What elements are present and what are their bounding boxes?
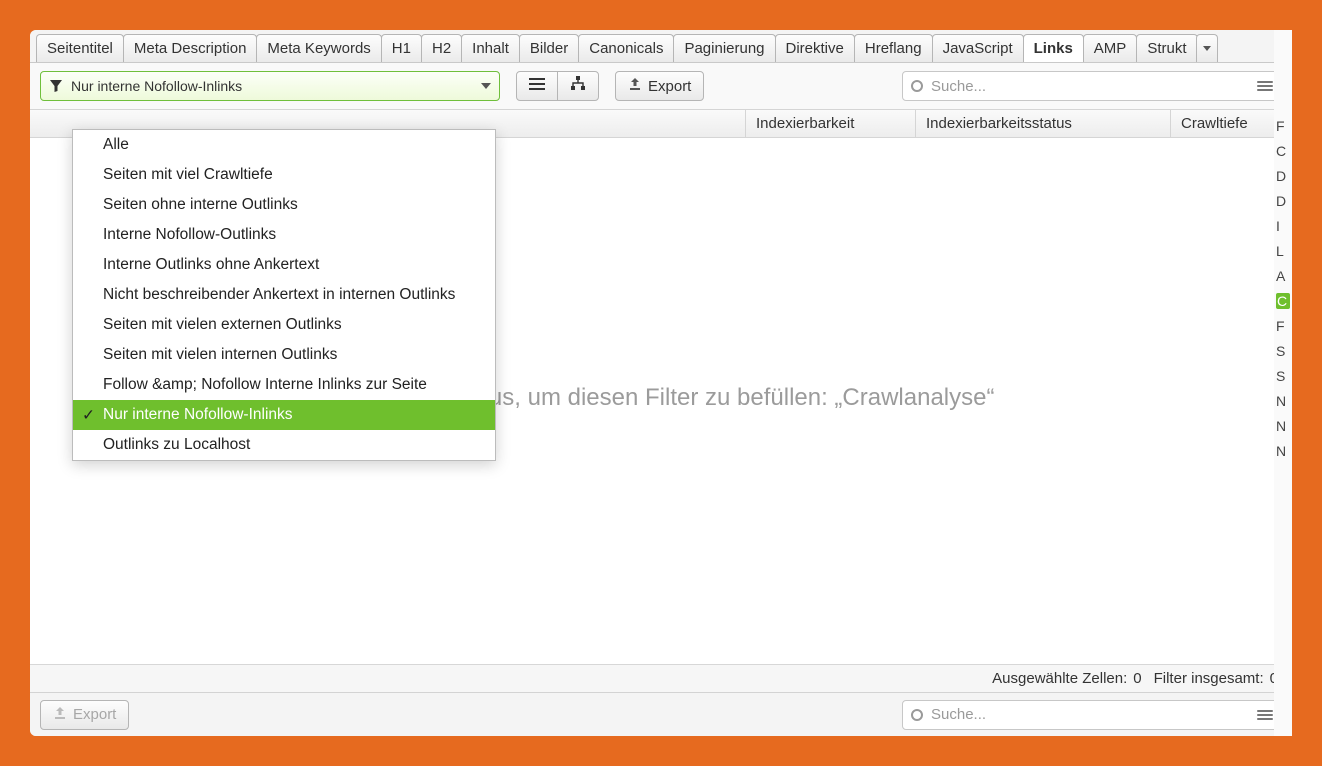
- export-label: Export: [648, 78, 691, 95]
- search-options-icon[interactable]: [1257, 708, 1273, 722]
- tab-links[interactable]: Links: [1023, 34, 1084, 62]
- side-panel-item[interactable]: N: [1276, 393, 1290, 409]
- tree-icon: [570, 76, 586, 96]
- filter-dropdown-trigger[interactable]: Nur interne Nofollow-Inlinks: [40, 71, 500, 101]
- side-panel-item[interactable]: I: [1276, 218, 1290, 234]
- list-view-button[interactable]: [516, 71, 558, 101]
- filter-option[interactable]: Seiten ohne interne Outlinks: [73, 190, 495, 220]
- tab-javascript[interactable]: JavaScript: [932, 34, 1024, 62]
- column-header[interactable]: [496, 110, 746, 137]
- side-panel-item[interactable]: F: [1276, 318, 1290, 334]
- toolbar: Nur interne Nofollow-Inlinks: [30, 63, 1292, 110]
- main-tabs: SeitentitelMeta DescriptionMeta Keywords…: [30, 30, 1292, 63]
- filter-current-label: Nur interne Nofollow-Inlinks: [71, 78, 242, 94]
- list-icon: [529, 77, 545, 95]
- bottom-export-button[interactable]: Export: [40, 700, 129, 730]
- side-panel-item[interactable]: F: [1276, 118, 1290, 134]
- status-bar: Ausgewählte Zellen: 0 Filter insgesamt: …: [30, 664, 1292, 692]
- upload-icon: [628, 77, 642, 95]
- tab-amp[interactable]: AMP: [1083, 34, 1138, 62]
- column-header[interactable]: Crawltiefe: [1171, 110, 1281, 137]
- filter-option[interactable]: Alle: [73, 130, 495, 160]
- tab-strukt[interactable]: Strukt: [1136, 34, 1197, 62]
- bottom-toolbar: Export: [30, 692, 1292, 736]
- side-panel-item[interactable]: S: [1276, 343, 1290, 359]
- side-panel-item[interactable]: N: [1276, 443, 1290, 459]
- bottom-search-field[interactable]: [902, 700, 1282, 730]
- side-panel-item[interactable]: N: [1276, 418, 1290, 434]
- side-panel-item[interactable]: C: [1276, 293, 1290, 309]
- bottom-export-label: Export: [73, 706, 116, 723]
- bottom-search-input[interactable]: [929, 705, 1251, 724]
- column-header[interactable]: Indexierbarkeit: [746, 110, 916, 137]
- side-panel-item[interactable]: S: [1276, 368, 1290, 384]
- chevron-down-icon: [1203, 46, 1211, 51]
- filter-dropdown-menu: AlleSeiten mit viel CrawltiefeSeiten ohn…: [72, 129, 496, 461]
- side-panel-item[interactable]: A: [1276, 268, 1290, 284]
- search-icon: [911, 709, 923, 721]
- side-panel-sliver: FCDDILACFSSNNN: [1274, 30, 1292, 736]
- tab-bilder[interactable]: Bilder: [519, 34, 579, 62]
- filter-option[interactable]: Seiten mit vielen internen Outlinks: [73, 340, 495, 370]
- tabs-overflow-button[interactable]: [1196, 34, 1218, 62]
- filter-option[interactable]: Nur interne Nofollow-Inlinks: [73, 400, 495, 430]
- tab-h2[interactable]: H2: [421, 34, 462, 62]
- tab-direktive[interactable]: Direktive: [775, 34, 855, 62]
- column-header[interactable]: Indexierbarkeitsstatus: [916, 110, 1171, 137]
- filter-option[interactable]: Outlinks zu Localhost: [73, 430, 495, 460]
- tab-h1[interactable]: H1: [381, 34, 422, 62]
- chevron-down-icon: [481, 83, 491, 89]
- filter-option[interactable]: Seiten mit viel Crawltiefe: [73, 160, 495, 190]
- view-mode-group: [516, 71, 599, 101]
- search-field[interactable]: [902, 71, 1282, 101]
- selected-cells-value: 0: [1133, 670, 1141, 687]
- filter-icon: [49, 79, 63, 93]
- side-panel-item[interactable]: D: [1276, 168, 1290, 184]
- filter-option[interactable]: Interne Nofollow-Outlinks: [73, 220, 495, 250]
- tab-seitentitel[interactable]: Seitentitel: [36, 34, 124, 62]
- tab-paginierung[interactable]: Paginierung: [673, 34, 775, 62]
- upload-icon: [53, 706, 67, 724]
- side-panel-item[interactable]: C: [1276, 143, 1290, 159]
- tree-view-button[interactable]: [557, 71, 599, 101]
- tab-meta-description[interactable]: Meta Description: [123, 34, 258, 62]
- search-options-icon[interactable]: [1257, 79, 1273, 93]
- export-button[interactable]: Export: [615, 71, 704, 101]
- tab-canonicals[interactable]: Canonicals: [578, 34, 674, 62]
- search-input[interactable]: [929, 77, 1251, 96]
- filter-option[interactable]: Seiten mit vielen externen Outlinks: [73, 310, 495, 340]
- side-panel-item[interactable]: D: [1276, 193, 1290, 209]
- search-icon: [911, 80, 923, 92]
- selected-cells-label: Ausgewählte Zellen:: [992, 670, 1127, 687]
- tab-hreflang[interactable]: Hreflang: [854, 34, 933, 62]
- filter-option[interactable]: Nicht beschreibender Ankertext in intern…: [73, 280, 495, 310]
- side-panel-item[interactable]: L: [1276, 243, 1290, 259]
- tab-meta-keywords[interactable]: Meta Keywords: [256, 34, 381, 62]
- filter-option[interactable]: Interne Outlinks ohne Ankertext: [73, 250, 495, 280]
- filter-option[interactable]: Follow &amp; Nofollow Interne Inlinks zu…: [73, 370, 495, 400]
- filter-total-label: Filter insgesamt:: [1154, 670, 1264, 687]
- tab-inhalt[interactable]: Inhalt: [461, 34, 520, 62]
